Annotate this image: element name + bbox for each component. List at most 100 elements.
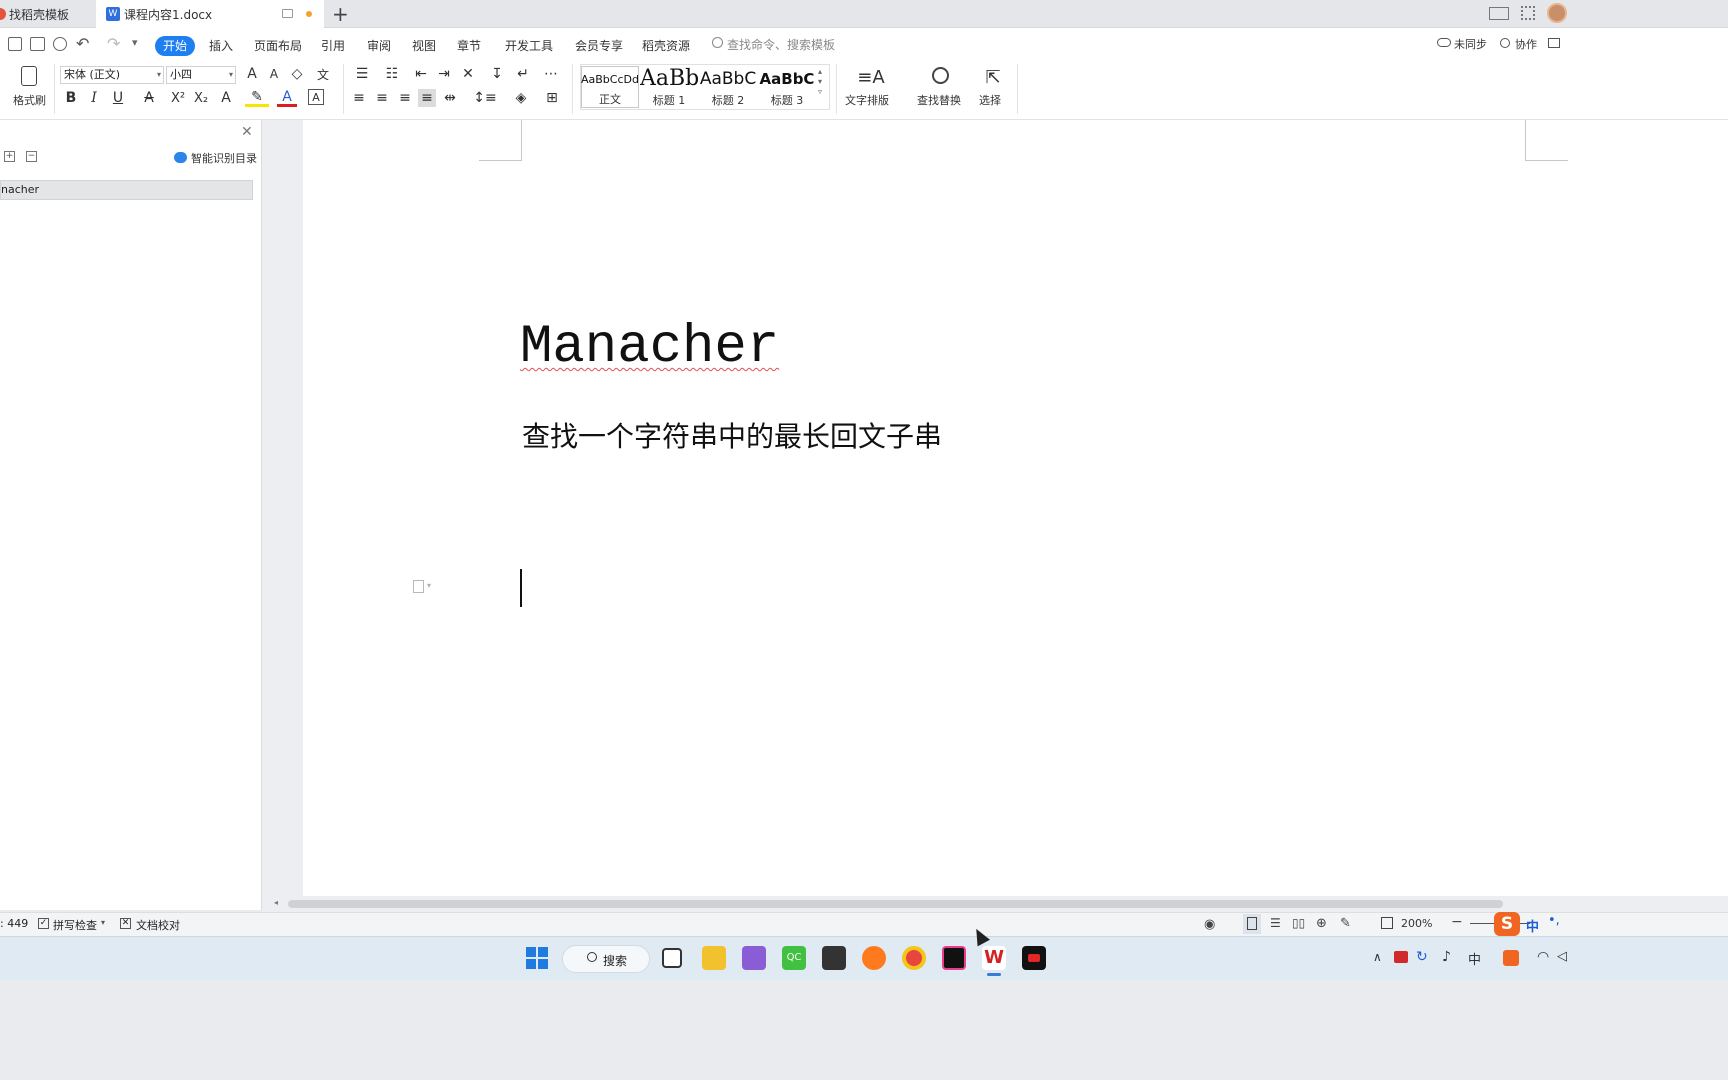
doc-proof-button[interactable]: 文档校对 xyxy=(136,917,180,933)
text-layout-button[interactable]: 文字排版 xyxy=(845,92,889,108)
punctuation-icon[interactable]: •, xyxy=(1548,913,1560,928)
write-mode-icon[interactable]: ✎ xyxy=(1340,916,1351,931)
chrome-icon[interactable] xyxy=(902,946,926,970)
tab-document[interactable]: W 课程内容1.docx xyxy=(96,0,324,28)
reading-view-icon[interactable]: ▯▯ xyxy=(1292,916,1305,930)
show-marks-icon[interactable]: ↵ xyxy=(512,65,534,83)
borders-icon[interactable]: ⊞ xyxy=(541,89,563,107)
qt-creator-icon[interactable]: QC xyxy=(782,946,806,970)
subscript-icon[interactable]: X₂ xyxy=(191,89,211,107)
menu-insert[interactable]: 插入 xyxy=(209,36,233,56)
sort-icon[interactable]: ↧ xyxy=(488,65,506,83)
underline-icon[interactable]: U xyxy=(107,89,129,107)
align-left-icon[interactable]: ≡ xyxy=(350,89,368,107)
scroll-left-icon[interactable]: ◂ xyxy=(274,898,278,907)
tray-recorder-icon[interactable] xyxy=(1394,951,1408,963)
wps-icon[interactable]: W xyxy=(982,946,1006,970)
shading-icon[interactable]: ◈ xyxy=(510,89,532,107)
expand-all-icon[interactable]: + xyxy=(4,151,15,162)
document-subtitle[interactable]: 查找一个字符串中的最长回文子串 xyxy=(522,418,942,456)
tray-sogou-icon[interactable] xyxy=(1503,950,1519,966)
highlight-icon[interactable]: ✎ xyxy=(245,89,269,107)
align-justify-icon[interactable]: ≡ xyxy=(418,89,436,107)
window-layout-icon[interactable] xyxy=(1489,7,1509,20)
menu-docer-resources[interactable]: 稻壳资源 xyxy=(642,36,690,56)
menu-references[interactable]: 引用 xyxy=(321,36,345,56)
avatar[interactable] xyxy=(1547,3,1567,23)
close-icon[interactable]: ✕ xyxy=(241,124,253,140)
visual-studio-icon[interactable] xyxy=(742,946,766,970)
style-heading-3[interactable]: AaBbC 标题 3 xyxy=(758,66,816,108)
document-title[interactable]: Manacher xyxy=(520,316,779,380)
style-heading-2[interactable]: AaBbC 标题 2 xyxy=(699,66,757,108)
volume-icon[interactable]: ◁ xyxy=(1557,949,1567,964)
eye-icon[interactable]: ◉ xyxy=(1204,917,1215,932)
format-painter-icon[interactable] xyxy=(21,66,37,86)
fit-page-icon[interactable] xyxy=(1381,917,1393,929)
bullet-list-icon[interactable]: ☰ xyxy=(352,65,372,83)
select-cursor-icon[interactable]: ⇱ xyxy=(984,66,1002,88)
tray-sync-icon[interactable]: ↻ xyxy=(1416,949,1428,965)
undo-icon[interactable]: ↶ xyxy=(76,34,89,53)
line-spacing-icon[interactable]: ↕≡ xyxy=(472,89,498,107)
tab-docer-templates[interactable]: 找稻壳模板 xyxy=(0,0,96,28)
increase-indent-icon[interactable]: ⇥ xyxy=(434,65,454,83)
menu-member[interactable]: 会员专享 xyxy=(575,36,623,56)
outline-view-icon[interactable]: ☰ xyxy=(1270,916,1281,930)
grow-font-icon[interactable]: A xyxy=(243,65,261,83)
document-page[interactable] xyxy=(303,120,1728,898)
new-tab-icon[interactable]: + xyxy=(332,4,350,24)
distributed-align-icon[interactable]: ⇹ xyxy=(441,89,459,107)
recorder-icon[interactable] xyxy=(1022,946,1046,970)
word-count[interactable]: : 449 xyxy=(0,917,28,930)
numbered-list-icon[interactable]: ☷ xyxy=(382,65,402,83)
font-size-select[interactable]: 小四 ▾ xyxy=(166,66,236,84)
italic-icon[interactable]: I xyxy=(85,89,103,107)
sogou-ime-icon[interactable]: S xyxy=(1494,912,1520,936)
menu-chapter[interactable]: 章节 xyxy=(457,36,481,56)
menu-review[interactable]: 审阅 xyxy=(367,36,391,56)
superscript-icon[interactable]: X² xyxy=(168,89,188,107)
share-icon[interactable] xyxy=(1548,38,1560,48)
smart-toc-button[interactable]: 智能识别目录 xyxy=(191,150,257,166)
bold-icon[interactable]: B xyxy=(62,89,80,107)
zoom-out-icon[interactable]: − xyxy=(1451,914,1463,930)
start-icon[interactable] xyxy=(526,947,548,969)
decrease-indent-icon[interactable]: ⇤ xyxy=(411,65,431,83)
text-effect-icon[interactable]: A xyxy=(215,89,237,107)
save-icon[interactable] xyxy=(8,37,22,51)
sync-status[interactable]: 未同步 xyxy=(1454,36,1487,52)
command-search[interactable]: 查找命令、搜索模板 xyxy=(727,36,835,53)
ime-mode[interactable]: 中 xyxy=(1526,916,1539,935)
apps-grid-icon[interactable] xyxy=(1521,6,1535,20)
microphone-icon[interactable]: ♪ xyxy=(1442,949,1451,965)
align-right-icon[interactable]: ≡ xyxy=(396,89,414,107)
phonetic-icon[interactable]: 文 xyxy=(311,65,335,83)
menu-developer[interactable]: 开发工具 xyxy=(505,36,553,56)
align-center-icon[interactable]: ≡ xyxy=(373,89,391,107)
styles-scroll-icon[interactable]: ▴ ▾ ▿ xyxy=(818,67,822,97)
format-painter-label[interactable]: 格式刷 xyxy=(13,92,46,108)
clear-format-icon[interactable]: ◇ xyxy=(288,65,306,83)
font-color-icon[interactable]: A xyxy=(277,89,297,107)
find-replace-button[interactable]: 查找替换 xyxy=(917,92,961,108)
select-button[interactable]: 选择 xyxy=(979,92,1001,108)
preview-icon[interactable] xyxy=(53,37,67,51)
customize-icon[interactable]: ▾ xyxy=(132,36,138,49)
collapse-all-icon[interactable]: − xyxy=(26,151,37,162)
taskbar-search[interactable]: 搜索 xyxy=(562,945,650,973)
style-normal[interactable]: AaBbCcDd 正文 xyxy=(581,66,639,108)
scrollbar-thumb[interactable] xyxy=(288,900,1503,908)
file-explorer-icon[interactable] xyxy=(702,946,726,970)
shrink-font-icon[interactable]: A xyxy=(265,65,283,83)
spell-check-button[interactable]: 拼写检查 xyxy=(53,917,97,933)
menu-home[interactable]: 开始 xyxy=(155,36,196,56)
unity-icon[interactable] xyxy=(822,946,846,970)
toc-item[interactable]: nacher xyxy=(0,180,253,200)
text-layout-icon[interactable]: ≡A xyxy=(857,66,884,88)
zoom-level[interactable]: 200% xyxy=(1401,917,1432,930)
collab-button[interactable]: 协作 xyxy=(1515,36,1537,52)
font-name-select[interactable]: 宋体 (正文) ▾ xyxy=(60,66,164,84)
chinese-layout-icon[interactable]: ✕ xyxy=(457,65,479,83)
paragraph-menu-icon[interactable] xyxy=(413,580,424,593)
